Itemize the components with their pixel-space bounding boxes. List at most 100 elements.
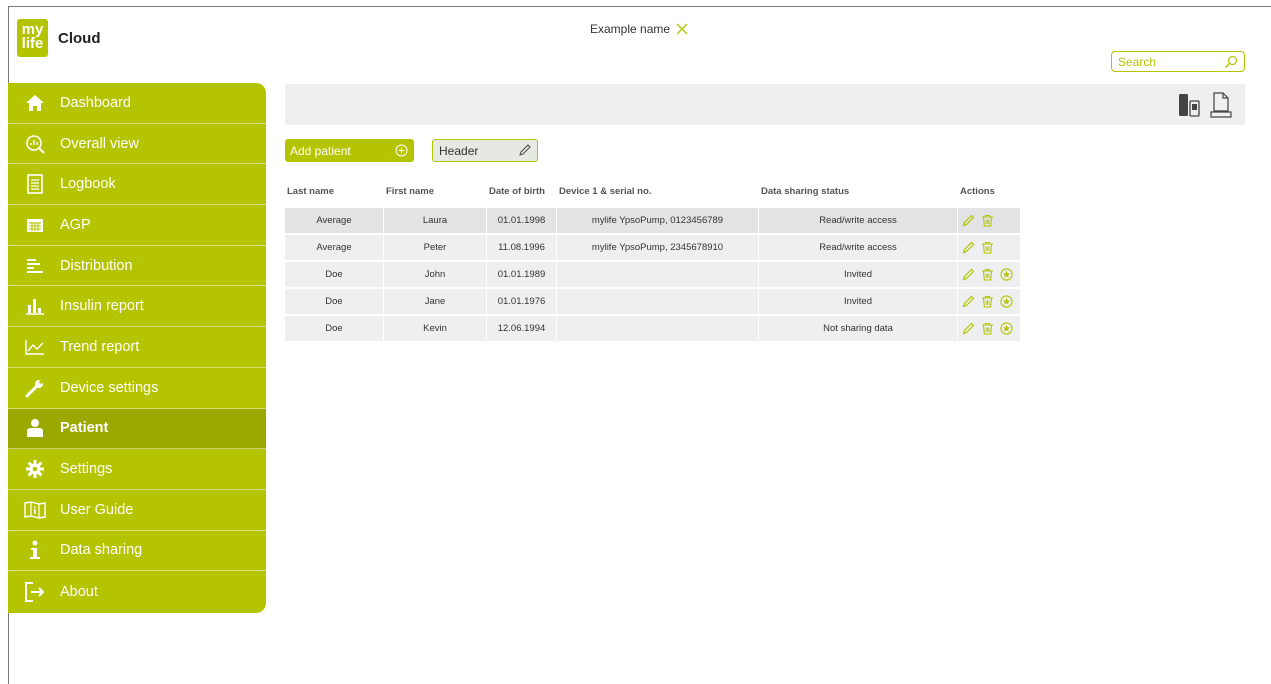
sidebar-item-label: Distribution bbox=[60, 257, 133, 274]
sidebar-item-agp[interactable]: AGP bbox=[8, 205, 266, 246]
cell-date-of-birth: 01.01.1989 bbox=[487, 262, 557, 287]
cell-first-name: Peter bbox=[384, 235, 487, 260]
sidebar-item-label: Insulin report bbox=[60, 298, 144, 315]
table-row[interactable]: Doe Kevin 12.06.1994 Not sharing data bbox=[285, 316, 1020, 341]
document-icon[interactable] bbox=[1210, 92, 1232, 118]
edit-icon[interactable] bbox=[962, 214, 975, 227]
cell-device bbox=[557, 316, 759, 341]
sidebar-item-user-guide[interactable]: User Guide bbox=[8, 490, 266, 531]
sidebar-item-label: Data sharing bbox=[60, 542, 143, 559]
person-icon bbox=[24, 417, 46, 439]
sidebar-item-distribution[interactable]: Distribution bbox=[8, 246, 266, 287]
logo-text-life: life bbox=[21, 35, 44, 52]
search-input[interactable] bbox=[1118, 54, 1213, 69]
table-row[interactable]: Average Peter 11.08.1996 mylife YpsoPump, 2… bbox=[285, 235, 1020, 260]
cell-device: mylife YpsoPump, 2345678910 bbox=[557, 235, 759, 260]
distribution-icon bbox=[24, 255, 46, 277]
cell-data-sharing-status: Read/write access bbox=[759, 208, 958, 233]
edit-icon[interactable] bbox=[962, 322, 975, 335]
sidebar-item-label: About bbox=[60, 583, 98, 600]
cell-data-sharing-status: Invited bbox=[759, 262, 958, 287]
sidebar-item-overall-view[interactable]: Overall view bbox=[8, 124, 266, 165]
magnifier-chart-icon bbox=[24, 133, 46, 155]
star-icon[interactable] bbox=[1000, 322, 1013, 335]
cell-device bbox=[557, 289, 759, 314]
table-row[interactable]: Doe John 01.01.1989 Invited bbox=[285, 262, 1020, 287]
column-header-device[interactable]: Device 1 & serial no. bbox=[557, 186, 759, 202]
cell-actions bbox=[958, 289, 1020, 314]
add-patient-button[interactable]: Add patient bbox=[285, 139, 414, 162]
calendar-icon bbox=[24, 214, 46, 236]
cell-date-of-birth: 11.08.1996 bbox=[487, 235, 557, 260]
wrench-icon bbox=[24, 377, 46, 399]
sidebar-item-trend-report[interactable]: Trend report bbox=[8, 327, 266, 368]
edit-icon[interactable] bbox=[962, 295, 975, 308]
sidebar-item-label: Patient bbox=[60, 420, 109, 437]
sidebar-item-dashboard[interactable]: Dashboard bbox=[8, 83, 266, 124]
delete-icon[interactable] bbox=[981, 214, 994, 227]
sidebar-item-device-settings[interactable]: Device settings bbox=[8, 368, 266, 409]
cell-actions bbox=[958, 208, 1020, 233]
delete-icon[interactable] bbox=[981, 322, 994, 335]
star-icon[interactable] bbox=[1000, 295, 1013, 308]
book-icon bbox=[24, 499, 46, 521]
cell-first-name: Laura bbox=[384, 208, 487, 233]
add-patient-label: Add patient bbox=[290, 143, 351, 158]
sidebar-item-insulin-report[interactable]: Insulin report bbox=[8, 286, 266, 328]
column-header-date-of-birth[interactable]: Date of birth bbox=[487, 186, 557, 202]
sidebar-item-label: Logbook bbox=[60, 176, 116, 193]
cell-last-name: Doe bbox=[285, 289, 384, 314]
plus-circle-icon bbox=[395, 144, 408, 157]
sidebar-item-label: Settings bbox=[60, 461, 113, 478]
close-icon[interactable] bbox=[676, 23, 688, 35]
patient-table: Last name First name Date of birth Devic… bbox=[285, 186, 1020, 341]
cell-actions bbox=[958, 262, 1020, 287]
cell-last-name: Doe bbox=[285, 316, 384, 341]
gear-icon bbox=[24, 458, 46, 480]
star-icon[interactable] bbox=[1000, 268, 1013, 281]
sidebar-item-settings[interactable]: Settings bbox=[8, 449, 266, 490]
trend-icon bbox=[24, 336, 46, 358]
search-icon[interactable] bbox=[1224, 55, 1238, 69]
cell-data-sharing-status: Invited bbox=[759, 289, 958, 314]
content-toolbar bbox=[285, 84, 1245, 125]
delete-icon[interactable] bbox=[981, 295, 994, 308]
cell-first-name: Kevin bbox=[384, 316, 487, 341]
header-field[interactable]: Header bbox=[432, 139, 538, 162]
cell-device bbox=[557, 262, 759, 287]
delete-icon[interactable] bbox=[981, 268, 994, 281]
sidebar-item-label: AGP bbox=[60, 216, 91, 233]
table-body: Average Laura 01.01.1998 mylife YpsoPump, 0… bbox=[285, 208, 1020, 341]
column-header-first-name[interactable]: First name bbox=[384, 186, 487, 202]
cell-date-of-birth: 12.06.1994 bbox=[487, 316, 557, 341]
sidebar-item-label: Device settings bbox=[60, 379, 159, 396]
edit-icon[interactable] bbox=[962, 241, 975, 254]
table-row[interactable]: Doe Jane 01.01.1976 Invited bbox=[285, 289, 1020, 314]
device-icon[interactable] bbox=[1178, 92, 1202, 118]
pencil-icon[interactable] bbox=[518, 144, 531, 157]
column-header-data-sharing-status[interactable]: Data sharing status bbox=[759, 186, 958, 202]
cell-first-name: Jane bbox=[384, 289, 487, 314]
selected-patient-name: Example name bbox=[590, 22, 671, 36]
cell-actions bbox=[958, 235, 1020, 260]
delete-icon[interactable] bbox=[981, 241, 994, 254]
app-logo[interactable]: my life Cloud bbox=[17, 19, 101, 57]
sidebar-item-data-sharing[interactable]: Data sharing bbox=[8, 531, 266, 572]
info-icon bbox=[24, 539, 46, 561]
search-box bbox=[1111, 51, 1245, 72]
cell-first-name: John bbox=[384, 262, 487, 287]
product-name: Cloud bbox=[58, 29, 101, 47]
column-header-last-name[interactable]: Last name bbox=[285, 186, 384, 202]
column-header-actions: Actions bbox=[960, 186, 995, 197]
header-field-label: Header bbox=[439, 143, 479, 158]
cell-date-of-birth: 01.01.1998 bbox=[487, 208, 557, 233]
sidebar-item-patient[interactable]: Patient bbox=[8, 408, 266, 450]
sidebar-item-logbook[interactable]: Logbook bbox=[8, 164, 266, 206]
cell-last-name: Average bbox=[285, 235, 384, 260]
table-row[interactable]: Average Laura 01.01.1998 mylife YpsoPump, 0… bbox=[285, 208, 1020, 233]
sidebar-item-about[interactable]: About bbox=[8, 571, 266, 612]
edit-icon[interactable] bbox=[962, 268, 975, 281]
logbook-icon bbox=[24, 173, 46, 195]
cell-last-name: Average bbox=[285, 208, 384, 233]
sidebar-item-label: User Guide bbox=[60, 501, 134, 518]
